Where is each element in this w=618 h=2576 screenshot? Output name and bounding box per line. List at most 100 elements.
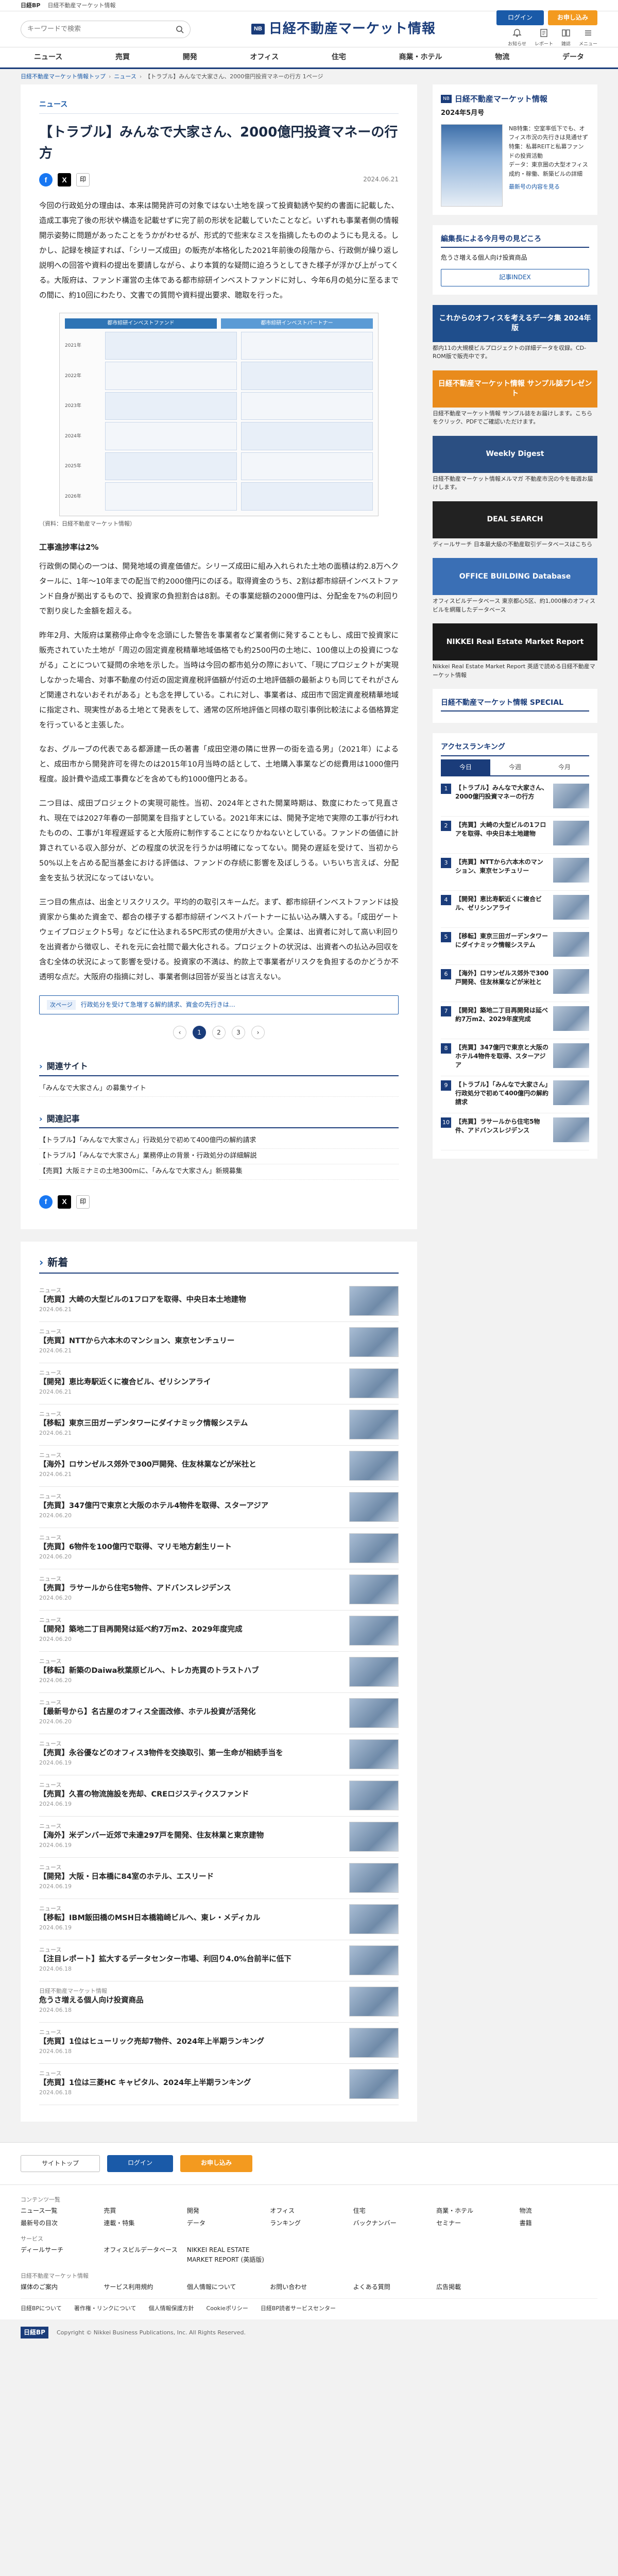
news-item-thumbnail[interactable] [349, 2069, 399, 2099]
news-item[interactable]: ニュース 【売買】久喜の物流施設を売却、CREロジスティクスファンド 2024.06… [39, 1775, 399, 1817]
ranking-item-title[interactable]: 【売買】大崎の大型ビルの1フロアを取得、中央日本土地建物 [455, 821, 549, 849]
footer-link[interactable]: オフィスビルデータベース [104, 2245, 181, 2265]
ranking-item-thumbnail[interactable] [553, 784, 589, 809]
news-item[interactable]: ニュース 【売買】大崎の大型ビルの1フロアを取得、中央日本土地建物 2024.06.… [39, 1281, 399, 1322]
breadcrumb-home[interactable]: 日経不動産マーケット情報トップ [21, 72, 106, 81]
news-item-title[interactable]: 【売買】6物件を100億円で取得、マリモ地方創生リート [39, 1542, 341, 1552]
ranking-item[interactable]: 3 【売買】NTTから六本木のマンション、東京センチュリー [441, 854, 589, 891]
site-logo[interactable]: NB 日経不動産マーケット情報 [191, 19, 496, 40]
news-item[interactable]: ニュース 【売買】ラサールから住宅5物件、アドバンスレジデンス 2024.06.20 [39, 1569, 399, 1611]
news-item-thumbnail[interactable] [349, 1615, 399, 1646]
magazine-button[interactable]: 雑誌 [561, 28, 571, 48]
menu-button[interactable]: メニュー [579, 28, 597, 48]
news-item-title[interactable]: 【海外】ロサンゼルス郊外で300戸開発、住友林業などが米社と [39, 1460, 341, 1470]
next-page-button[interactable]: › [251, 1026, 265, 1040]
footer-link[interactable]: お問い合わせ [270, 2282, 348, 2292]
footer-link[interactable]: バックナンバー [353, 2218, 431, 2228]
news-item-thumbnail[interactable] [349, 1821, 399, 1852]
footer-link[interactable]: 商業・ホテル [436, 2206, 514, 2216]
sample-banner-image[interactable]: 日経不動産マーケット情報 サンプル誌プレゼント [433, 370, 597, 408]
ranking-item[interactable]: 6 【海外】ロサンゼルス郊外で300戸開発、住友林業などが米社と [441, 965, 589, 1003]
news-item-thumbnail[interactable] [349, 1492, 399, 1522]
news-item-title[interactable]: 【移転】新築のDaiwa秋葉原ビルへ、トレカ売買のトラストハブ [39, 1666, 341, 1676]
notice-item[interactable]: 危うさ増える個人向け投資商品 [441, 251, 589, 265]
sample-banner[interactable]: 日経不動産マーケット情報 サンプル誌プレゼント 日経不動産マーケット情報 サンプル… [433, 370, 597, 427]
news-item-thumbnail[interactable] [349, 1698, 399, 1728]
nav-item[interactable]: ニュース [31, 52, 65, 63]
news-item-title[interactable]: 【開発】大阪・日本橋に84室のホテル、エスリード [39, 1872, 341, 1882]
nav-item[interactable]: 商業・ホテル [396, 52, 445, 63]
news-item[interactable]: ニュース 【海外】米デンバー近郊で未達297戸を開発、住友林業と東京建物 2024.… [39, 1817, 399, 1858]
ranking-item-thumbnail[interactable] [553, 821, 589, 846]
news-item-title[interactable]: 【海外】米デンバー近郊で未達297戸を開発、住友林業と東京建物 [39, 1831, 341, 1841]
footer-link[interactable]: NIKKEI REAL ESTATE MARKET REPORT (英語版) [187, 2245, 265, 2265]
ranking-item-thumbnail[interactable] [553, 1006, 589, 1031]
news-item-title[interactable]: 【開発】恵比寿駅近くに複合ビル、ゼリシンアライ [39, 1377, 341, 1387]
ranking-item-title[interactable]: 【売買】ラサールから住宅5物件、アドバンスレジデンス [455, 1117, 549, 1146]
report-button[interactable]: レポート [535, 28, 553, 48]
news-item[interactable]: ニュース 【移転】東京三田ガーデンタワーにダイナミック情報システム 2024.06.… [39, 1404, 399, 1446]
print-icon[interactable]: 印 [76, 1195, 90, 1209]
footer-link[interactable]: ランキング [270, 2218, 348, 2228]
apply-button[interactable]: お申し込み [547, 10, 597, 25]
nikkei-report-banner-image[interactable]: NIKKEI Real Estate Market Report [433, 623, 597, 661]
nav-item[interactable]: オフィス [247, 52, 282, 63]
news-item-thumbnail[interactable] [349, 1368, 399, 1398]
footer-link[interactable]: 書籍 [520, 2218, 597, 2228]
search-icon[interactable] [176, 25, 184, 33]
login-button[interactable]: ログイン [496, 10, 544, 25]
magazine-cover[interactable] [441, 124, 503, 207]
deal-search-banner-image[interactable]: DEAL SEARCH [433, 501, 597, 538]
news-item-thumbnail[interactable] [349, 1945, 399, 1975]
footer-link[interactable]: 開発 [187, 2206, 265, 2216]
ranking-item-title[interactable]: 【トラブル】みんなで大家さん、2000億円投資マネーの行方 [455, 784, 549, 812]
news-item-title[interactable]: 【注目レポート】拡大するデータセンター市場、利回り4.0%台前半に低下 [39, 1954, 341, 1964]
ranking-item[interactable]: 8 【売買】347億円で東京と大阪のホテル4物件を取得、スターアジア [441, 1039, 589, 1077]
news-item[interactable]: ニュース 【最新号から】名古屋のオフィス全面改修、ホテル投資が活発化 2024.06… [39, 1693, 399, 1734]
top-brand[interactable]: 日経BP [21, 1, 40, 10]
footer-link[interactable]: 住宅 [353, 2206, 431, 2216]
news-item-title[interactable]: 【売買】永谷優などのオフィス3物件を交換取引、第一生命が相続手当を [39, 1748, 341, 1758]
figure-image[interactable]: 都市綜研インベストファンド 都市綜研インベストパートナー 2021年 2022年 2… [59, 312, 379, 516]
news-item-title[interactable]: 危うさ増える個人向け投資商品 [39, 1995, 341, 2006]
ranking-item-thumbnail[interactable] [553, 969, 589, 994]
news-item[interactable]: ニュース 【注目レポート】拡大するデータセンター市場、利回り4.0%台前半に低下 2… [39, 1940, 399, 1981]
footer-link[interactable]: ディールサーチ [21, 2245, 98, 2265]
footer-link[interactable]: 売買 [104, 2206, 181, 2216]
office-data-banner-image[interactable]: これからのオフィスを考えるデータ集 2024年版 [433, 304, 597, 342]
news-item-title[interactable]: 【売買】大崎の大型ビルの1フロアを取得、中央日本土地建物 [39, 1295, 341, 1305]
news-item-title[interactable]: 【売買】NTTから六本木のマンション、東京センチュリー [39, 1336, 341, 1346]
footer-link[interactable]: 連載・特集 [104, 2218, 181, 2228]
footer-brand-logo[interactable]: 日経BP [21, 2327, 48, 2339]
page-button[interactable]: 1 [193, 1026, 206, 1040]
news-item-title[interactable]: 【最新号から】名古屋のオフィス全面改修、ホテル投資が活発化 [39, 1707, 341, 1717]
related-article-item[interactable]: 【トラブル】「みんなで大家さん」行政処分で初めて400億円の解約請求 [39, 1133, 399, 1149]
special-title[interactable]: 日経不動産マーケット情報 SPECIAL [441, 697, 589, 712]
news-item[interactable]: ニュース 【売買】NTTから六本木のマンション、東京センチュリー 2024.06.2… [39, 1322, 399, 1363]
page-button[interactable]: 3 [232, 1026, 245, 1040]
deal-search-banner[interactable]: DEAL SEARCH ディールサーチ 日本最大級の不動産取引データベースはこちら [433, 501, 597, 549]
search-box[interactable] [21, 20, 191, 38]
related-article-item[interactable]: 【トラブル】「みんなで大家さん」業務停止の背景・行政処分の詳細解説 [39, 1149, 399, 1164]
ranking-tab-month[interactable]: 今月 [540, 759, 589, 775]
footer-link[interactable]: 広告掲載 [436, 2282, 514, 2292]
nav-item[interactable]: 住宅 [329, 52, 349, 63]
ranking-item-title[interactable]: 【売買】NTTから六本木のマンション、東京センチュリー [455, 858, 549, 886]
weekly-digest-banner-image[interactable]: Weekly Digest [433, 435, 597, 473]
footer-link[interactable]: サービス利用規約 [104, 2282, 181, 2292]
news-item-thumbnail[interactable] [349, 1327, 399, 1357]
nav-item[interactable]: 開発 [180, 52, 200, 63]
footer-link[interactable]: よくある質問 [353, 2282, 431, 2292]
ranking-item-title[interactable]: 【開発】恵比寿駅近くに複合ビル、ゼリシンアライ [455, 895, 549, 923]
ranking-item-title[interactable]: 【移転】東京三田ガーデンタワーにダイナミック情報システム [455, 932, 549, 960]
news-item-thumbnail[interactable] [349, 1986, 399, 2016]
search-input[interactable] [27, 25, 176, 33]
ranking-item[interactable]: 2 【売買】大崎の大型ビルの1フロアを取得、中央日本土地建物 [441, 817, 589, 854]
news-item-thumbnail[interactable] [349, 1904, 399, 1934]
ranking-item[interactable]: 10 【売買】ラサールから住宅5物件、アドバンスレジデンス [441, 1113, 589, 1151]
ranking-item-thumbnail[interactable] [553, 1043, 589, 1069]
ranking-item-thumbnail[interactable] [553, 1117, 589, 1143]
nav-item[interactable]: データ [559, 52, 587, 63]
ranking-item-title[interactable]: 【海外】ロサンゼルス郊外で300戸開発、住友林業などが米社と [455, 969, 549, 997]
ranking-item[interactable]: 1 【トラブル】みんなで大家さん、2000億円投資マネーの行方 [441, 779, 589, 817]
